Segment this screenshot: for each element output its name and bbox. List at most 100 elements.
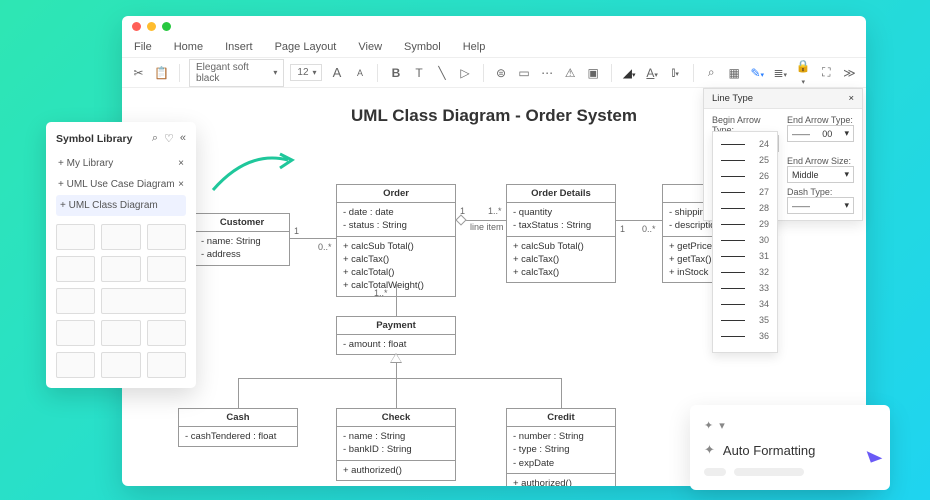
layers-icon[interactable]: ▣ <box>585 66 602 80</box>
shape-thumb[interactable] <box>147 256 186 282</box>
paste-icon[interactable]: 📋 <box>153 66 170 80</box>
menu-view[interactable]: View <box>358 41 382 53</box>
shape-thumb[interactable] <box>56 224 95 250</box>
search-icon[interactable]: ⌕ <box>152 132 158 145</box>
relation-icon[interactable]: ▦ <box>726 66 743 80</box>
align-icon[interactable]: ≣▾ <box>772 66 789 80</box>
group-icon[interactable]: ▭ <box>516 66 533 80</box>
window-titlebar <box>122 16 866 36</box>
shape-thumb[interactable] <box>101 320 140 346</box>
arrow-option[interactable]: 30 <box>721 232 769 248</box>
arrow-option[interactable]: 28 <box>721 200 769 216</box>
menu-help[interactable]: Help <box>463 41 486 53</box>
arrow-option[interactable]: 32 <box>721 264 769 280</box>
menu-page-layout[interactable]: Page Layout <box>275 41 337 53</box>
symbol-library-panel: Symbol Library ⌕ ♡ « + My Library× + UML… <box>46 122 196 388</box>
shape-thumb[interactable] <box>147 352 186 378</box>
shape-thumb[interactable] <box>56 256 95 282</box>
auto-formatting-card: ✦▾ ✦ Auto Formatting ◣ <box>690 405 890 490</box>
font-smaller-icon[interactable]: A <box>351 68 368 78</box>
fill-icon[interactable]: ◢▾ <box>621 66 638 80</box>
symbol-library-title: Symbol Library <box>56 133 132 145</box>
shape-thumb[interactable] <box>147 320 186 346</box>
dash-type-select[interactable]: ——▾ <box>787 197 854 214</box>
end-arrow-select[interactable]: ——00▾ <box>787 125 854 142</box>
arrow-option[interactable]: 33 <box>721 280 769 296</box>
dots-icon[interactable]: ⋯ <box>539 66 556 80</box>
close-icon[interactable]: × <box>178 158 184 169</box>
menu-home[interactable]: Home <box>174 41 203 53</box>
annotation-arrow <box>208 140 298 200</box>
separator <box>179 64 180 82</box>
class-payment[interactable]: Payment - amount : float <box>336 316 456 355</box>
more-icon[interactable]: ≫ <box>841 66 858 80</box>
cursor-icon: ◣ <box>865 442 883 465</box>
shape-thumb[interactable] <box>101 224 140 250</box>
library-class-diagram[interactable]: + UML Class Diagram <box>56 195 186 216</box>
class-order[interactable]: Order - date : date- status : String + c… <box>336 184 456 297</box>
font-color-icon[interactable]: A▾ <box>644 66 661 80</box>
arrow-option[interactable]: 27 <box>721 184 769 200</box>
menu-insert[interactable]: Insert <box>225 41 253 53</box>
arrow-option[interactable]: 31 <box>721 248 769 264</box>
warning-icon[interactable]: ⚠ <box>562 66 579 80</box>
shape-thumb[interactable] <box>56 320 95 346</box>
connector-icon[interactable]: ⊜ <box>493 66 510 80</box>
arrow-option[interactable]: 24 <box>721 136 769 152</box>
class-credit[interactable]: Credit - number : String- type : String-… <box>506 408 616 486</box>
arrow-option[interactable]: 29 <box>721 216 769 232</box>
lock-icon[interactable]: 🔒▾ <box>795 59 812 87</box>
end-size-select[interactable]: Middle▾ <box>787 166 854 183</box>
sparkle-icon: ✦ <box>704 419 713 432</box>
font-larger-icon[interactable]: A <box>328 65 345 80</box>
font-select[interactable]: Elegant soft black▾ <box>189 59 284 87</box>
shape-thumbnails <box>56 224 186 378</box>
arrow-option[interactable]: 25 <box>721 152 769 168</box>
shape-thumb[interactable] <box>56 288 95 314</box>
maximize-icon[interactable] <box>162 22 171 31</box>
aggregation-diamond <box>455 214 466 225</box>
arrow-type-dropdown-list: 24 25 26 27 28 29 30 31 32 33 34 35 36 <box>712 131 778 353</box>
line-tool-icon[interactable]: ╲ <box>434 66 451 80</box>
close-icon[interactable] <box>132 22 141 31</box>
arrow-option[interactable]: 35 <box>721 312 769 328</box>
class-customer[interactable]: Customer - name: String- address <box>194 213 290 266</box>
auto-formatting-button[interactable]: ✦ Auto Formatting ◣ <box>704 442 876 458</box>
arrow-option[interactable]: 26 <box>721 168 769 184</box>
menu-symbol[interactable]: Symbol <box>404 41 441 53</box>
pen-icon[interactable]: ✎▾ <box>749 66 766 80</box>
shape-thumb[interactable] <box>56 352 95 378</box>
class-check[interactable]: Check - name : String- bankID : String +… <box>336 408 456 481</box>
library-my-library[interactable]: + My Library× <box>56 153 186 174</box>
chevron-down-icon: ▾ <box>273 68 277 77</box>
class-order-details[interactable]: Order Details - quantity- taxStatus : St… <box>506 184 616 283</box>
generalization-arrow <box>390 353 402 363</box>
text-tool-icon[interactable]: T <box>410 66 427 80</box>
shape-thumb[interactable] <box>101 288 186 314</box>
shape-thumb[interactable] <box>101 352 140 378</box>
shape-thumb[interactable] <box>147 224 186 250</box>
arrow-option[interactable]: 34 <box>721 296 769 312</box>
minimize-icon[interactable] <box>147 22 156 31</box>
cut-icon[interactable]: ✂ <box>130 66 147 80</box>
close-icon[interactable]: × <box>848 93 854 104</box>
crop-icon[interactable]: ⫾▾ <box>667 65 684 80</box>
pointer-icon[interactable]: ▷ <box>457 66 474 80</box>
heart-icon[interactable]: ♡ <box>164 132 174 145</box>
menu-file[interactable]: File <box>134 41 152 53</box>
close-icon[interactable]: × <box>178 179 184 190</box>
line-type-panel: Line Type× Begin Arrow Type:——00▾ End Ar… <box>703 88 863 221</box>
sparkle-icon: ✦ <box>704 442 715 458</box>
line-type-title: Line Type <box>712 93 753 104</box>
maximize-icon[interactable]: ⛶ <box>818 65 835 80</box>
library-use-case[interactable]: + UML Use Case Diagram× <box>56 174 186 195</box>
collapse-icon[interactable]: « <box>180 132 186 145</box>
toolbar: ✂ 📋 Elegant soft black▾ 12▾ A A B T ╲ ▷ … <box>122 58 866 88</box>
arrow-option[interactable]: 36 <box>721 328 769 344</box>
bold-icon[interactable]: B <box>387 66 404 80</box>
menubar: File Home Insert Page Layout View Symbol… <box>122 36 866 58</box>
search-icon[interactable]: ⌕ <box>703 65 720 80</box>
font-size-select[interactable]: 12▾ <box>290 64 322 81</box>
class-cash[interactable]: Cash - cashTendered : float <box>178 408 298 447</box>
shape-thumb[interactable] <box>101 256 140 282</box>
